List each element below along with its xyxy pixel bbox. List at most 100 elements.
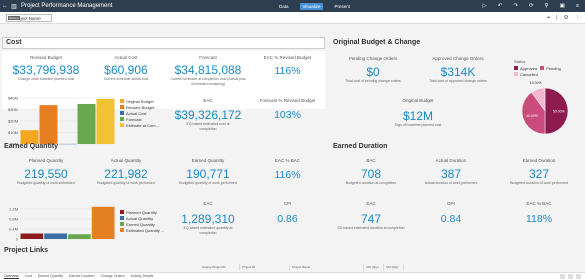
titlebar-tools: ▷ ↶ ↷ ⟳ ⚲ ▣ ≡ (482, 0, 579, 12)
planned-qty-card[interactable]: Planned Quantity 219,550 Budgeted quanti… (4, 158, 88, 186)
dashboard-icon: ▥ (11, 3, 17, 10)
cost-section-title: Cost (2, 37, 325, 49)
card-subtitle: EQ based estimated quantity at completio… (183, 226, 233, 235)
mode-tabs: Data Visualize Present (276, 0, 353, 12)
eac-qty-card[interactable]: EAC 1,289,310 EQ based estimated quantit… (168, 201, 248, 235)
cost-chart-legend: Original Budget Revised Budget Actual Co… (120, 98, 159, 128)
tab-visualize[interactable]: Visualize (299, 2, 324, 10)
canvas-tab-earned-quantity[interactable]: Earned Quantity (38, 274, 63, 278)
y-tick-label: 0.4M (9, 227, 18, 232)
legend-swatch (120, 105, 124, 109)
original-budget-card[interactable]: Original Budget $12M Sign-off baseline p… (333, 98, 503, 128)
card-value: 219,550 (24, 167, 68, 181)
column-header[interactable]: Project Name (290, 264, 364, 271)
eac-pct-card[interactable]: EAC % Revised Budget 116% (250, 55, 325, 77)
bar (91, 206, 115, 239)
card-caption: Forecast (199, 55, 217, 60)
legend-swatch (120, 123, 124, 127)
qty-chart-legend: Planned Quantity Actual Quantity Earned … (120, 209, 164, 233)
pie-data-label: 50.00% (553, 110, 565, 114)
y-tick-label: 0 (16, 237, 19, 242)
card-caption: BAC (366, 158, 376, 163)
zoom-controls (560, 274, 581, 279)
column-header[interactable]: CPI (Qty) (364, 264, 384, 271)
earned-qty-section-title: Earned Quantity (4, 143, 59, 150)
zoom-in-icon[interactable] (568, 274, 573, 279)
tab-data[interactable]: Data (276, 3, 292, 10)
legend-swatch (120, 117, 124, 121)
legend-label: Original Budget (126, 98, 154, 104)
forecast-card[interactable]: Forecast $34,815,088 Current schedule at… (168, 55, 248, 86)
dpi-card[interactable]: DPI 0.84 (411, 201, 491, 225)
more-icon[interactable]: ⋮ (575, 15, 581, 21)
filter-value: ject Name (20, 15, 41, 21)
project-name-filter[interactable]: Screen ject Name (6, 14, 52, 22)
project-links-section-title: Project Links (4, 247, 48, 254)
eac-bac-qty-card[interactable]: EAC % BAC 116% (250, 158, 325, 181)
card-caption: EAC (366, 201, 376, 206)
earned-duration-card[interactable]: Earned Duration 327 Budgeted duration of… (496, 158, 582, 186)
forecast-pct-card[interactable]: Forecast % Revised Budget 103% (250, 98, 325, 121)
earned-qty-card[interactable]: Earned Quantity 190,771 Budgeted quantit… (168, 158, 248, 186)
bar (20, 130, 39, 144)
card-caption: EAC (203, 201, 213, 206)
card-value: 221,982 (104, 167, 148, 181)
card-value: 747 (360, 212, 382, 226)
undo-icon[interactable]: ↶ (498, 3, 503, 9)
eac-duration-card[interactable]: EAC 747 ED based estimated duration at c… (333, 201, 409, 231)
settings-icon[interactable]: ⚙ (564, 15, 569, 21)
zoom-out-icon[interactable] (560, 274, 565, 279)
y-tick-label: 1.2M (9, 207, 18, 212)
actual-qty-card[interactable]: Actual Quantity 221,982 Budgeted quantit… (90, 158, 162, 186)
filter-toolbar: Screen ject Name ⌖ | ⚙ ⋮ (0, 12, 585, 24)
fit-icon[interactable] (576, 274, 581, 279)
revised-budget-card[interactable]: Revised Budget $33,796,938 Change order … (2, 55, 90, 82)
actual-cost-card[interactable]: Actual Cost $60,906 Current schedule act… (90, 55, 162, 82)
status-pie-chart[interactable]: Status Approved Pending Cancelled 50.00%… (505, 55, 583, 145)
canvas-tab-earned-duration[interactable]: Earned Duration (69, 274, 95, 278)
legend-item: Original Budget (120, 98, 159, 104)
toolbar-icons: ⌖ | ⚙ ⋮ (547, 12, 580, 24)
eac-cost-card[interactable]: EAC $39,326,172 EQ based estimated cost … (168, 98, 248, 131)
canvas-tab-activity-details[interactable]: Activity Details (131, 274, 154, 278)
card-value: $34,815,088 (174, 63, 242, 77)
play-icon[interactable]: ▷ (482, 3, 486, 9)
legend-item: Estimate at Com... (120, 122, 159, 128)
card-value: 116% (274, 169, 301, 181)
y-tick-label: $20M (8, 119, 18, 124)
redo-icon[interactable]: ↷ (513, 3, 518, 9)
pending-change-card[interactable]: Pending Change Orders $0 Total cost of p… (333, 56, 413, 84)
legend-swatch (120, 210, 124, 214)
bar (39, 105, 58, 144)
canvas-tab-cost[interactable]: Cost (25, 274, 32, 278)
pin-icon[interactable]: ⌖ (547, 15, 550, 22)
actual-duration-card[interactable]: Actual Duration 387 Actual duration of w… (411, 158, 491, 186)
card-subtitle: Total cost of approved change orders (429, 79, 487, 83)
bac-card[interactable]: BAC 708 Budgeted duration at completion (333, 158, 409, 186)
menu-icon[interactable]: ≡ (576, 3, 579, 9)
canvas-tab-overview[interactable]: Overview (4, 274, 19, 279)
save-icon[interactable]: ▣ (560, 3, 565, 9)
card-value: 327 (528, 167, 550, 181)
tab-present[interactable]: Present (331, 3, 353, 10)
column-header[interactable]: Project ID (240, 264, 290, 271)
column-header[interactable]: SPI (Qty) (384, 264, 404, 271)
card-caption: Forecast % Revised Budget (259, 98, 316, 103)
cpi-card[interactable]: CPI 0.86 (250, 201, 325, 225)
eac-bac-duration-card[interactable]: EAC % BAC 118% (496, 201, 582, 225)
legend-swatch (120, 222, 124, 226)
canvas-tab-change-orders[interactable]: Change Orders (101, 274, 125, 278)
card-subtitle: Budgeted duration of work performed (510, 181, 568, 185)
card-caption: Actual Cost (114, 55, 138, 60)
bar (68, 234, 91, 239)
filter-icon[interactable]: ⚲ (545, 3, 549, 9)
legend-label: Earned Quantity (126, 221, 155, 227)
approved-change-card[interactable]: Approved Change Orders $314K Total cost … (413, 56, 503, 84)
card-value: 1,289,310 (181, 212, 235, 226)
qty-bar-chart[interactable]: 0 0.4M 0.8M 1.2M Planned Quantity Actual Qu… (2, 203, 167, 245)
column-header[interactable]: Unique Project ID (200, 264, 240, 271)
back-arrow-icon[interactable]: ← (0, 3, 10, 9)
card-value: $60,906 (104, 63, 148, 77)
pie-data-label: 10.00% (530, 81, 542, 85)
refresh-icon[interactable]: ⟳ (529, 3, 534, 9)
